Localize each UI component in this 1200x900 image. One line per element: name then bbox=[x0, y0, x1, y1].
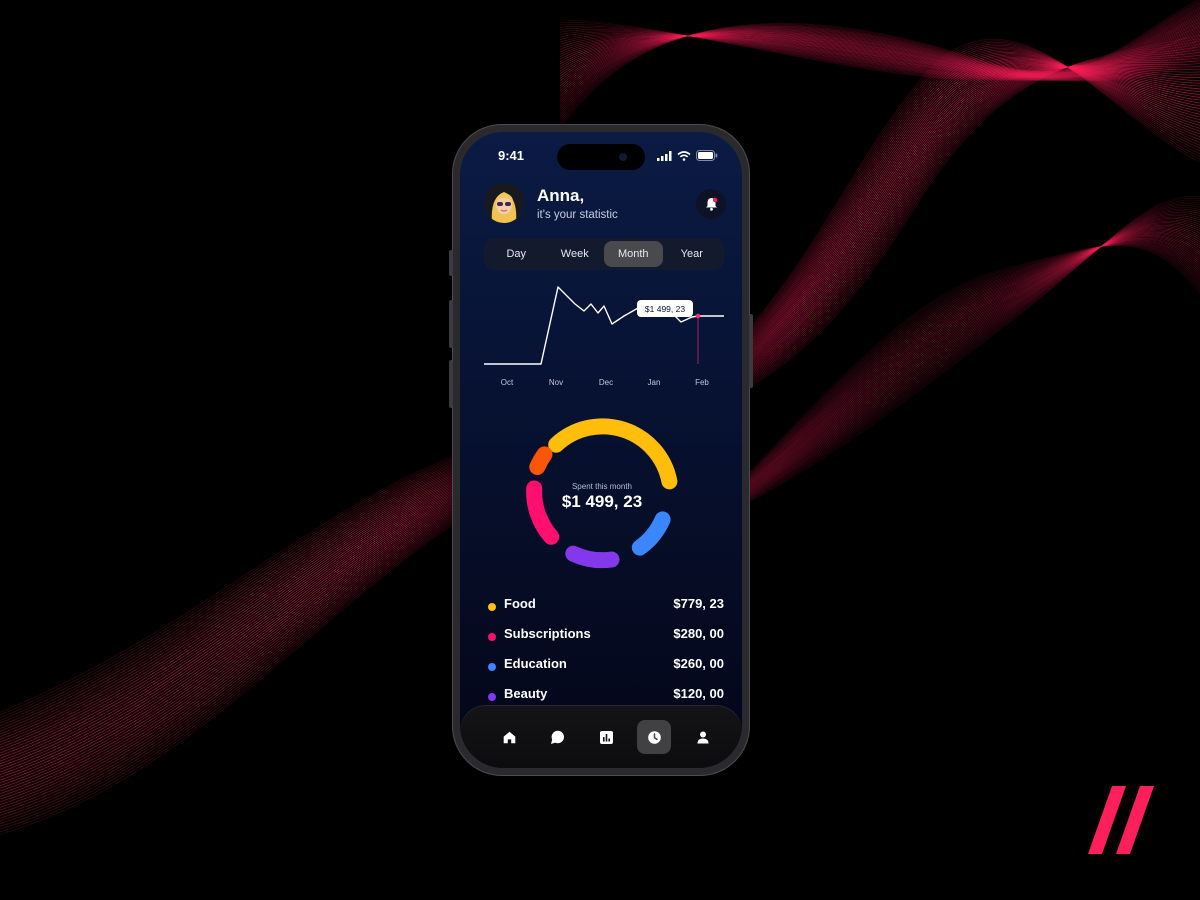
list-item[interactable]: Subscriptions $280, 00 bbox=[484, 625, 724, 655]
profile-icon bbox=[697, 731, 709, 743]
category-amount: $280, 00 bbox=[673, 626, 724, 641]
nav-home[interactable] bbox=[492, 720, 526, 754]
chat-icon bbox=[550, 730, 564, 744]
list-item[interactable]: Food $779, 23 bbox=[484, 595, 724, 625]
month-label-oct: Oct bbox=[501, 378, 514, 387]
status-time: 9:41 bbox=[498, 148, 525, 163]
tab-week[interactable]: Week bbox=[546, 241, 605, 267]
brand-logo bbox=[1088, 786, 1154, 854]
tab-month[interactable]: Month bbox=[604, 241, 663, 267]
wifi-icon bbox=[677, 150, 691, 161]
tab-year[interactable]: Year bbox=[663, 241, 722, 267]
month-label-nov: Nov bbox=[549, 378, 563, 387]
donut-segment-beauty[interactable] bbox=[565, 545, 620, 569]
category-name: Food bbox=[504, 596, 536, 611]
bar-chart-icon bbox=[599, 730, 613, 744]
status-icons bbox=[657, 150, 718, 161]
app-screen: 9:41 Anna, it's your statistic Day Week … bbox=[460, 132, 742, 768]
category-amount: $120, 00 bbox=[673, 686, 724, 701]
subscriptions-color-dot bbox=[488, 633, 496, 641]
category-amount: $779, 23 bbox=[673, 596, 724, 611]
food-color-dot bbox=[488, 603, 496, 611]
nav-history[interactable] bbox=[637, 720, 671, 754]
user-name: Anna, bbox=[537, 186, 585, 205]
signal-icon bbox=[657, 150, 672, 161]
period-tabs: Day Week Month Year bbox=[484, 238, 724, 270]
phone-frame: 9:41 Anna, it's your statistic Day Week … bbox=[449, 124, 753, 776]
avatar[interactable] bbox=[484, 183, 524, 223]
battery-icon bbox=[696, 150, 718, 161]
marker-dot[interactable] bbox=[695, 313, 701, 319]
month-label-feb: Feb bbox=[695, 378, 709, 387]
bell-icon bbox=[705, 197, 717, 211]
tab-day[interactable]: Day bbox=[487, 241, 546, 267]
category-name: Subscriptions bbox=[504, 626, 591, 641]
header-subtitle: it's your statistic bbox=[537, 209, 618, 221]
donut-segment-education[interactable] bbox=[631, 511, 671, 556]
donut-segment-other[interactable] bbox=[529, 446, 553, 475]
spending-line-chart: $1 499, 23 Oct Nov Dec Jan Feb bbox=[484, 286, 724, 387]
tooltip-text: $1 499, 23 bbox=[645, 304, 685, 314]
month-label-jan: Jan bbox=[648, 378, 661, 387]
category-list: Food $779, 23 Subscriptions $280, 00 Edu… bbox=[484, 595, 724, 715]
avatar-illustration bbox=[484, 183, 524, 223]
education-color-dot bbox=[488, 663, 496, 671]
dynamic-island bbox=[557, 144, 645, 170]
donut-segment-food[interactable] bbox=[548, 418, 678, 490]
spending-line bbox=[484, 286, 724, 365]
nav-statistics[interactable] bbox=[589, 720, 623, 754]
home-icon bbox=[503, 731, 515, 743]
category-amount: $260, 00 bbox=[673, 656, 724, 671]
donut-total: $1 499, 23 bbox=[561, 492, 643, 511]
beauty-color-dot bbox=[488, 693, 496, 701]
nav-profile[interactable] bbox=[686, 720, 720, 754]
month-label-dec: Dec bbox=[599, 378, 613, 387]
category-name: Beauty bbox=[504, 686, 548, 701]
list-item[interactable]: Education $260, 00 bbox=[484, 655, 724, 685]
donut-caption: Spent this month bbox=[571, 482, 633, 491]
nav-messages[interactable] bbox=[540, 720, 574, 754]
category-name: Education bbox=[504, 656, 567, 671]
notifications-button[interactable] bbox=[696, 189, 726, 219]
bottom-nav bbox=[460, 706, 742, 768]
clock-icon bbox=[647, 730, 661, 744]
